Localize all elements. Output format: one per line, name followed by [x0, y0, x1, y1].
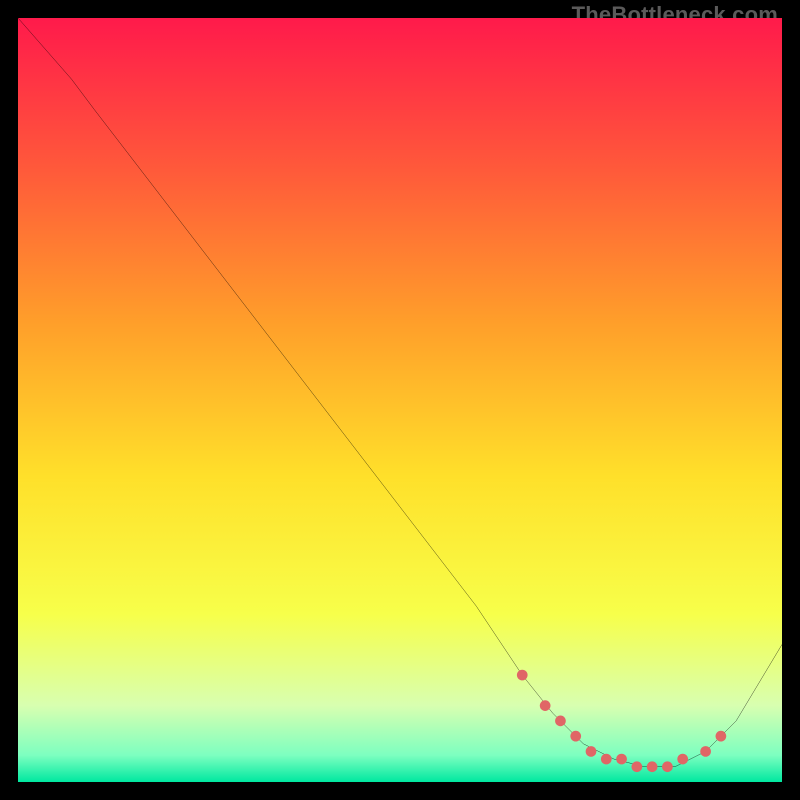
- marker-dot: [716, 731, 727, 742]
- marker-dot: [677, 754, 688, 765]
- marker-dot: [616, 754, 627, 765]
- marker-dot: [700, 746, 711, 757]
- marker-dot: [570, 731, 581, 742]
- marker-dot: [662, 761, 673, 772]
- marker-dot: [540, 700, 551, 711]
- marker-dot: [586, 746, 597, 757]
- chart-stage: TheBottleneck.com: [0, 0, 800, 800]
- marker-dot: [555, 716, 566, 727]
- bottleneck-chart: [18, 18, 782, 782]
- marker-dot: [631, 761, 642, 772]
- marker-dot: [517, 670, 528, 681]
- gradient-fill: [18, 18, 782, 782]
- marker-dot: [647, 761, 658, 772]
- marker-dot: [601, 754, 612, 765]
